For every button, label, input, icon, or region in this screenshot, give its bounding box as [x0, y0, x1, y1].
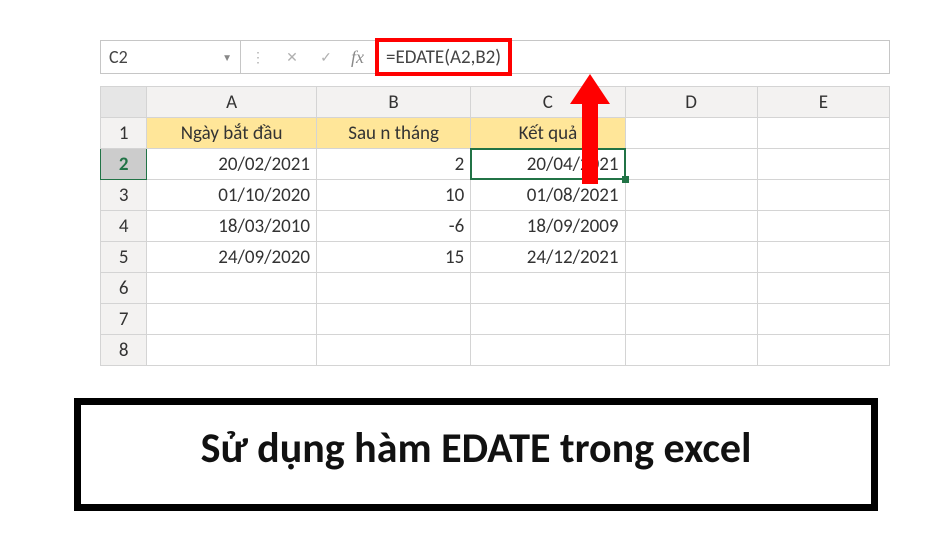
cell-b2[interactable]: 2: [316, 149, 470, 180]
cell-b7[interactable]: [316, 304, 470, 335]
formula-text: =EDATE(A2,B2): [386, 46, 501, 69]
caption-text: Sử dụng hàm EDATE trong excel: [107, 423, 845, 474]
cell-c6[interactable]: [471, 273, 625, 304]
row-header-5[interactable]: 5: [101, 242, 147, 273]
col-header-e[interactable]: E: [757, 87, 889, 118]
row-header-3[interactable]: 3: [101, 180, 147, 211]
name-box[interactable]: C2 ▼: [101, 41, 241, 73]
row-header-8[interactable]: 8: [101, 335, 147, 366]
cell-e2[interactable]: [757, 149, 889, 180]
name-box-value: C2: [109, 46, 128, 68]
row-7: 7: [101, 304, 890, 335]
cell-a3[interactable]: 01/10/2020: [147, 180, 317, 211]
cell-b3[interactable]: 10: [316, 180, 470, 211]
cell-d1[interactable]: [625, 118, 757, 149]
cell-b5[interactable]: 15: [316, 242, 470, 273]
formula-bar: C2 ▼ ⋮ ✕ ✓ fx =EDATE(A2,B2): [100, 40, 890, 74]
cell-a8[interactable]: [147, 335, 317, 366]
sheet-table: A B C D E 1 Ngày bắt đầu Sau n tháng Kết…: [100, 86, 890, 366]
row-header-6[interactable]: 6: [101, 273, 147, 304]
cell-e1[interactable]: [757, 118, 889, 149]
options-icon[interactable]: ⋮: [241, 41, 275, 73]
select-all-corner[interactable]: [101, 87, 147, 118]
col-header-d[interactable]: D: [625, 87, 757, 118]
cell-c4[interactable]: 18/09/2009: [471, 211, 625, 242]
cell-a2[interactable]: 20/02/2021: [147, 149, 317, 180]
row-header-4[interactable]: 4: [101, 211, 147, 242]
cell-b8[interactable]: [316, 335, 470, 366]
cell-c2-value: 20/04/2021: [527, 153, 619, 176]
fx-icon[interactable]: fx: [343, 47, 372, 68]
cell-c3[interactable]: 01/08/2021: [471, 180, 625, 211]
spreadsheet-grid: A B C D E 1 Ngày bắt đầu Sau n tháng Kết…: [100, 86, 890, 366]
chevron-down-icon[interactable]: ▼: [222, 51, 232, 64]
cell-e4[interactable]: [757, 211, 889, 242]
cell-e3[interactable]: [757, 180, 889, 211]
row-5: 5 24/09/2020 15 24/12/2021: [101, 242, 890, 273]
cell-b4[interactable]: -6: [316, 211, 470, 242]
cell-d6[interactable]: [625, 273, 757, 304]
cell-a4[interactable]: 18/03/2010: [147, 211, 317, 242]
row-header-2[interactable]: 2: [101, 149, 147, 180]
cell-e5[interactable]: [757, 242, 889, 273]
row-header-1[interactable]: 1: [101, 118, 147, 149]
row-2: 2 20/02/2021 2 20/04/2021: [101, 149, 890, 180]
cell-b1[interactable]: Sau n tháng: [316, 118, 470, 149]
fill-handle[interactable]: [622, 176, 629, 183]
cell-c7[interactable]: [471, 304, 625, 335]
col-header-a[interactable]: A: [147, 87, 317, 118]
cell-c1[interactable]: Kết quả: [471, 118, 625, 149]
cancel-icon[interactable]: ✕: [275, 41, 309, 73]
cell-e6[interactable]: [757, 273, 889, 304]
cell-a6[interactable]: [147, 273, 317, 304]
row-1: 1 Ngày bắt đầu Sau n tháng Kết quả: [101, 118, 890, 149]
row-6: 6: [101, 273, 890, 304]
cell-d4[interactable]: [625, 211, 757, 242]
col-header-c[interactable]: C: [471, 87, 625, 118]
cell-d3[interactable]: [625, 180, 757, 211]
cell-a5[interactable]: 24/09/2020: [147, 242, 317, 273]
cell-d2[interactable]: [625, 149, 757, 180]
cell-c5[interactable]: 24/12/2021: [471, 242, 625, 273]
formula-bar-icons: ⋮ ✕ ✓ fx: [241, 41, 372, 73]
cell-d8[interactable]: [625, 335, 757, 366]
row-header-7[interactable]: 7: [101, 304, 147, 335]
row-3: 3 01/10/2020 10 01/08/2021: [101, 180, 890, 211]
row-8: 8: [101, 335, 890, 366]
cell-b6[interactable]: [316, 273, 470, 304]
cell-c8[interactable]: [471, 335, 625, 366]
cell-d5[interactable]: [625, 242, 757, 273]
col-header-b[interactable]: B: [316, 87, 470, 118]
cell-a7[interactable]: [147, 304, 317, 335]
cell-c2[interactable]: 20/04/2021: [471, 149, 625, 180]
formula-input[interactable]: =EDATE(A2,B2): [378, 41, 509, 73]
cell-e8[interactable]: [757, 335, 889, 366]
cell-a1[interactable]: Ngày bắt đầu: [147, 118, 317, 149]
column-header-row: A B C D E: [101, 87, 890, 118]
enter-icon[interactable]: ✓: [309, 41, 343, 73]
cell-e7[interactable]: [757, 304, 889, 335]
row-4: 4 18/03/2010 -6 18/09/2009: [101, 211, 890, 242]
caption-box: Sử dụng hàm EDATE trong excel: [74, 398, 878, 511]
cell-d7[interactable]: [625, 304, 757, 335]
